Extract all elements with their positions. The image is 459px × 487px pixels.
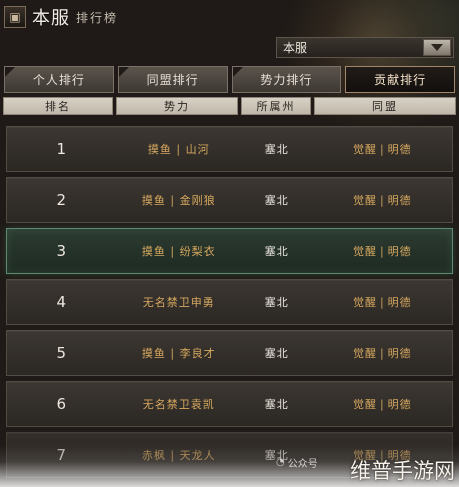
state-cell: 塞北	[264, 143, 289, 156]
alliance-cell: 觉醒 | 明德	[313, 294, 452, 310]
alliance-name-b: 明德	[387, 143, 412, 156]
rank-cell: 7	[56, 446, 68, 464]
alliance-cell: 觉醒 | 明德	[313, 396, 452, 412]
rank-cell: 3	[56, 242, 68, 260]
state-cell: 塞北	[264, 347, 289, 360]
rank-cell: 5	[56, 344, 68, 362]
tab-alliance-ranking[interactable]: 同盟排行	[117, 66, 228, 93]
force-cell: 摸鱼 | 山河	[147, 143, 210, 156]
alliance-name-a: 觉醒	[352, 245, 377, 258]
column-header-alliance: 同盟	[314, 97, 456, 115]
rank-cell: 1	[56, 140, 68, 158]
alliance-name-a: 觉醒	[352, 143, 377, 156]
tab-personal-ranking[interactable]: 个人排行	[4, 66, 114, 93]
alliance-cell: 觉醒 | 明德	[313, 192, 452, 208]
force-cell: 无名禁卫申勇	[142, 296, 215, 309]
force-cell: 摸鱼 | 金刚狼	[141, 194, 216, 207]
ranking-tabs: 个人排行 同盟排行 势力排行 贡献排行	[4, 66, 455, 94]
ranking-list: 1 摸鱼 | 山河 塞北 觉醒 | 明德 2 摸鱼 | 金刚狼 塞北 觉醒 | …	[6, 126, 453, 483]
table-row[interactable]: 2 摸鱼 | 金刚狼 塞北 觉醒 | 明德	[6, 177, 453, 223]
rank-cell: 4	[56, 293, 68, 311]
wechat-watermark: ◔ 公众号	[276, 455, 348, 470]
wechat-text: 公众号	[287, 458, 318, 470]
tab-force-ranking-label: 势力排行	[260, 73, 313, 87]
alliance-name-b: 明德	[387, 398, 412, 411]
force-cell: 无名禁卫袁凯	[142, 398, 215, 411]
alliance-separator: |	[379, 193, 385, 207]
column-header-rank: 排名	[3, 97, 113, 115]
alliance-separator: |	[379, 142, 385, 156]
state-cell: 塞北	[264, 296, 289, 309]
alliance-cell: 觉醒 | 明德	[313, 141, 452, 157]
table-row[interactable]: 6 无名禁卫袁凯 塞北 觉醒 | 明德	[6, 381, 453, 427]
alliance-name-a: 觉醒	[352, 347, 377, 360]
alliance-separator: |	[379, 244, 385, 258]
alliance-name-a: 觉醒	[352, 398, 377, 411]
column-header-state: 所属州	[241, 97, 311, 115]
server-dropdown-label: 本服	[283, 41, 308, 55]
force-cell: 摸鱼 | 李良才	[141, 347, 216, 360]
state-cell: 塞北	[264, 398, 289, 411]
alliance-separator: |	[379, 295, 385, 309]
alliance-separator: |	[379, 346, 385, 360]
table-header: 排名 势力 所属州 同盟	[3, 97, 456, 115]
server-dropdown[interactable]: 本服	[276, 37, 454, 58]
alliance-cell: 觉醒 | 明德	[313, 243, 452, 259]
chevron-down-icon[interactable]	[423, 39, 451, 56]
alliance-name-b: 明德	[387, 194, 412, 207]
state-cell: 塞北	[264, 245, 289, 258]
column-header-force: 势力	[116, 97, 238, 115]
page-title: ▣ 本服 排行榜	[4, 4, 118, 30]
alliance-cell: 觉醒 | 明德	[313, 345, 452, 361]
alliance-name-b: 明德	[387, 296, 412, 309]
brand-watermark: 维普手游网	[350, 459, 455, 483]
alliance-separator: |	[379, 397, 385, 411]
force-cell: 摸鱼 | 纷梨衣	[141, 245, 216, 258]
rank-cell: 2	[56, 191, 68, 209]
rank-cell: 6	[56, 395, 68, 413]
tab-personal-ranking-label: 个人排行	[32, 73, 85, 87]
table-row[interactable]: 3 摸鱼 | 纷梨衣 塞北 觉醒 | 明德	[6, 228, 453, 274]
force-cell: 赤枫 | 天龙人	[141, 449, 216, 462]
alliance-name-a: 觉醒	[352, 194, 377, 207]
alliance-name-b: 明德	[387, 245, 412, 258]
title-icon: ▣	[4, 6, 26, 28]
tab-alliance-ranking-label: 同盟排行	[146, 73, 199, 87]
wechat-icon: ◔	[276, 456, 285, 468]
table-row[interactable]: 4 无名禁卫申勇 塞北 觉醒 | 明德	[6, 279, 453, 325]
title-subtitle: 排行榜	[76, 10, 119, 25]
tab-contribution-ranking-label: 贡献排行	[374, 73, 427, 87]
tab-force-ranking[interactable]: 势力排行	[231, 66, 342, 93]
table-row[interactable]: 1 摸鱼 | 山河 塞北 觉醒 | 明德	[6, 126, 453, 172]
tab-contribution-ranking[interactable]: 贡献排行	[345, 66, 455, 93]
alliance-name-b: 明德	[387, 347, 412, 360]
table-row[interactable]: 5 摸鱼 | 李良才 塞北 觉醒 | 明德	[6, 330, 453, 376]
title-main: 本服	[32, 8, 70, 29]
state-cell: 塞北	[264, 194, 289, 207]
alliance-name-a: 觉醒	[352, 296, 377, 309]
